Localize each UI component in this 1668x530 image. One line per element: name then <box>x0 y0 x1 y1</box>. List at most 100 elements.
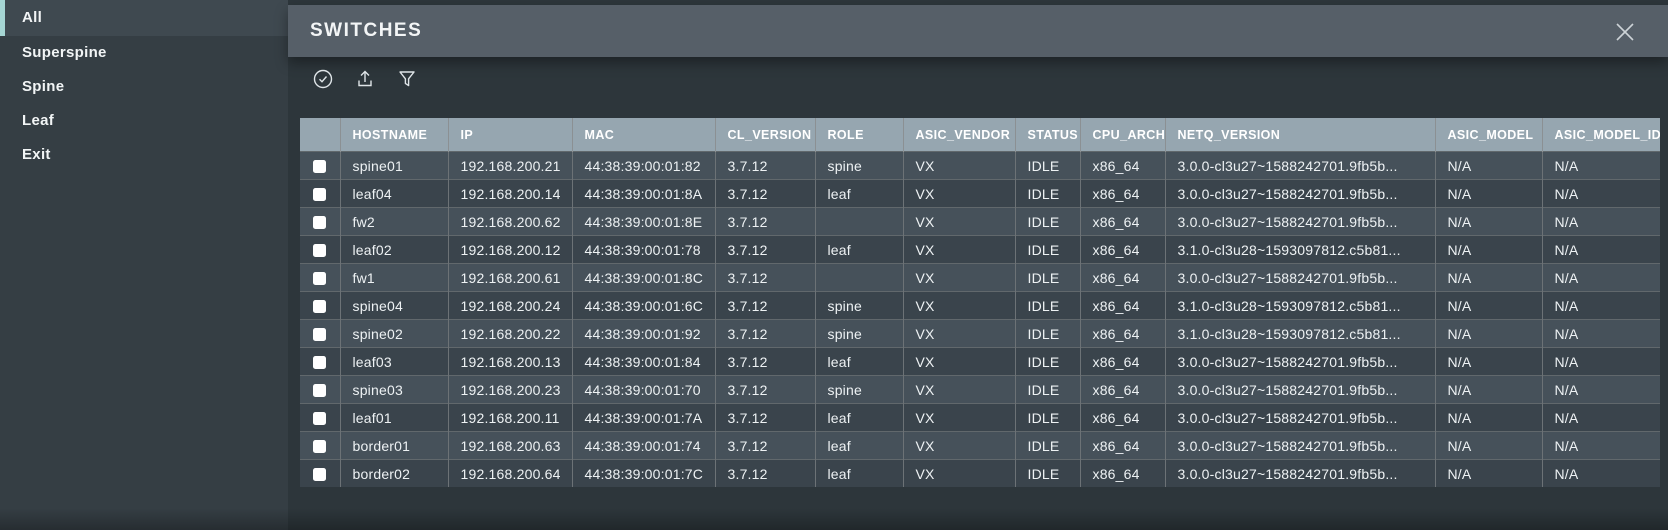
cell-cl-version: 3.7.12 <box>715 236 815 264</box>
cell-netq-version: 3.0.0-cl3u27~1588242701.9fb5b... <box>1165 180 1435 208</box>
cell-status: IDLE <box>1015 264 1080 292</box>
cell-cpu-arch: x86_64 <box>1080 320 1165 348</box>
column-header-netq-version[interactable]: NETQ_VERSION <box>1165 118 1435 152</box>
table-row[interactable]: leaf04 192.168.200.14 44:38:39:00:01:8A … <box>300 180 1660 208</box>
cell-role: leaf <box>815 348 903 376</box>
cell-cpu-arch: x86_64 <box>1080 264 1165 292</box>
sidebar-item-spine[interactable]: Spine <box>0 70 288 104</box>
sidebar-item-label: Exit <box>22 146 51 163</box>
cell-hostname: spine02 <box>340 320 448 348</box>
cell-netq-version: 3.0.0-cl3u27~1588242701.9fb5b... <box>1165 376 1435 404</box>
cell-cpu-arch: x86_64 <box>1080 292 1165 320</box>
row-checkbox[interactable] <box>313 328 326 341</box>
cell-ip: 192.168.200.21 <box>448 152 572 180</box>
cell-status: IDLE <box>1015 404 1080 432</box>
column-header-role[interactable]: ROLE <box>815 118 903 152</box>
cell-role: spine <box>815 376 903 404</box>
filter-icon[interactable] <box>394 66 420 92</box>
table-row[interactable]: spine04 192.168.200.24 44:38:39:00:01:6C… <box>300 292 1660 320</box>
row-checkbox[interactable] <box>313 384 326 397</box>
row-checkbox[interactable] <box>313 440 326 453</box>
row-checkbox[interactable] <box>313 188 326 201</box>
cell-mac: 44:38:39:00:01:92 <box>572 320 715 348</box>
row-checkbox-cell <box>300 152 340 180</box>
row-checkbox-cell <box>300 432 340 460</box>
cell-role <box>815 208 903 236</box>
cell-cl-version: 3.7.12 <box>715 264 815 292</box>
table-row[interactable]: fw1 192.168.200.61 44:38:39:00:01:8C 3.7… <box>300 264 1660 292</box>
table-toolbar <box>310 66 420 92</box>
cell-asic-model-id: N/A <box>1542 320 1660 348</box>
column-header-status[interactable]: STATUS <box>1015 118 1080 152</box>
column-header-mac[interactable]: MAC <box>572 118 715 152</box>
row-checkbox[interactable] <box>313 160 326 173</box>
table-row[interactable]: fw2 192.168.200.62 44:38:39:00:01:8E 3.7… <box>300 208 1660 236</box>
cell-netq-version: 3.0.0-cl3u27~1588242701.9fb5b... <box>1165 404 1435 432</box>
column-header-cl-version[interactable]: CL_VERSION <box>715 118 815 152</box>
cell-cpu-arch: x86_64 <box>1080 432 1165 460</box>
column-header-asic-vendor[interactable]: ASIC_VENDOR <box>903 118 1015 152</box>
row-checkbox[interactable] <box>313 272 326 285</box>
row-checkbox[interactable] <box>313 356 326 369</box>
cell-cl-version: 3.7.12 <box>715 292 815 320</box>
sidebar-item-exit[interactable]: Exit <box>0 138 288 172</box>
cell-mac: 44:38:39:00:01:84 <box>572 348 715 376</box>
cell-hostname: leaf02 <box>340 236 448 264</box>
row-checkbox[interactable] <box>313 412 326 425</box>
cell-cpu-arch: x86_64 <box>1080 180 1165 208</box>
sidebar-item-leaf[interactable]: Leaf <box>0 104 288 138</box>
cell-asic-vendor: VX <box>903 348 1015 376</box>
column-header-asic-model-id[interactable]: ASIC_MODEL_ID <box>1542 118 1660 152</box>
sidebar-item-all[interactable]: All <box>0 0 288 36</box>
sidebar-item-label: Leaf <box>22 112 54 129</box>
cell-mac: 44:38:39:00:01:74 <box>572 432 715 460</box>
column-header-checkbox <box>300 118 340 152</box>
cell-ip: 192.168.200.12 <box>448 236 572 264</box>
switches-window: All Superspine Spine Leaf Exit SWITCHES <box>0 0 1668 530</box>
table-row[interactable]: border02 192.168.200.64 44:38:39:00:01:7… <box>300 460 1660 488</box>
check-circle-icon[interactable] <box>310 66 336 92</box>
row-checkbox-cell <box>300 264 340 292</box>
cell-hostname: spine01 <box>340 152 448 180</box>
column-header-ip[interactable]: IP <box>448 118 572 152</box>
row-checkbox[interactable] <box>313 216 326 229</box>
column-header-hostname[interactable]: HOSTNAME <box>340 118 448 152</box>
cell-status: IDLE <box>1015 292 1080 320</box>
row-checkbox[interactable] <box>313 300 326 313</box>
cell-asic-model-id: N/A <box>1542 376 1660 404</box>
cell-cpu-arch: x86_64 <box>1080 376 1165 404</box>
cell-ip: 192.168.200.64 <box>448 460 572 488</box>
close-icon[interactable] <box>1612 19 1638 45</box>
row-checkbox[interactable] <box>313 468 326 481</box>
panel-titlebar: SWITCHES <box>288 5 1668 57</box>
cell-cpu-arch: x86_64 <box>1080 152 1165 180</box>
cell-ip: 192.168.200.24 <box>448 292 572 320</box>
table-row[interactable]: spine01 192.168.200.21 44:38:39:00:01:82… <box>300 152 1660 180</box>
sidebar-item-superspine[interactable]: Superspine <box>0 36 288 70</box>
cell-asic-vendor: VX <box>903 460 1015 488</box>
cell-mac: 44:38:39:00:01:8C <box>572 264 715 292</box>
cell-status: IDLE <box>1015 376 1080 404</box>
cell-cpu-arch: x86_64 <box>1080 208 1165 236</box>
table-row[interactable]: spine03 192.168.200.23 44:38:39:00:01:70… <box>300 376 1660 404</box>
cell-asic-vendor: VX <box>903 404 1015 432</box>
table-row[interactable]: spine02 192.168.200.22 44:38:39:00:01:92… <box>300 320 1660 348</box>
cell-cl-version: 3.7.12 <box>715 460 815 488</box>
cell-cl-version: 3.7.12 <box>715 348 815 376</box>
table-row[interactable]: leaf02 192.168.200.12 44:38:39:00:01:78 … <box>300 236 1660 264</box>
column-header-asic-model[interactable]: ASIC_MODEL <box>1435 118 1542 152</box>
column-header-cpu-arch[interactable]: CPU_ARCH <box>1080 118 1165 152</box>
cell-role: spine <box>815 320 903 348</box>
cell-asic-model: N/A <box>1435 236 1542 264</box>
table-row[interactable]: border01 192.168.200.63 44:38:39:00:01:7… <box>300 432 1660 460</box>
export-upload-icon[interactable] <box>352 66 378 92</box>
cell-netq-version: 3.0.0-cl3u27~1588242701.9fb5b... <box>1165 432 1435 460</box>
table-row[interactable]: leaf03 192.168.200.13 44:38:39:00:01:84 … <box>300 348 1660 376</box>
cell-cl-version: 3.7.12 <box>715 404 815 432</box>
cell-mac: 44:38:39:00:01:7C <box>572 460 715 488</box>
row-checkbox[interactable] <box>313 244 326 257</box>
table-row[interactable]: leaf01 192.168.200.11 44:38:39:00:01:7A … <box>300 404 1660 432</box>
cell-netq-version: 3.0.0-cl3u27~1588242701.9fb5b... <box>1165 264 1435 292</box>
row-checkbox-cell <box>300 236 340 264</box>
table-header-row: HOSTNAMEIPMACCL_VERSIONROLEASIC_VENDORST… <box>300 118 1660 152</box>
